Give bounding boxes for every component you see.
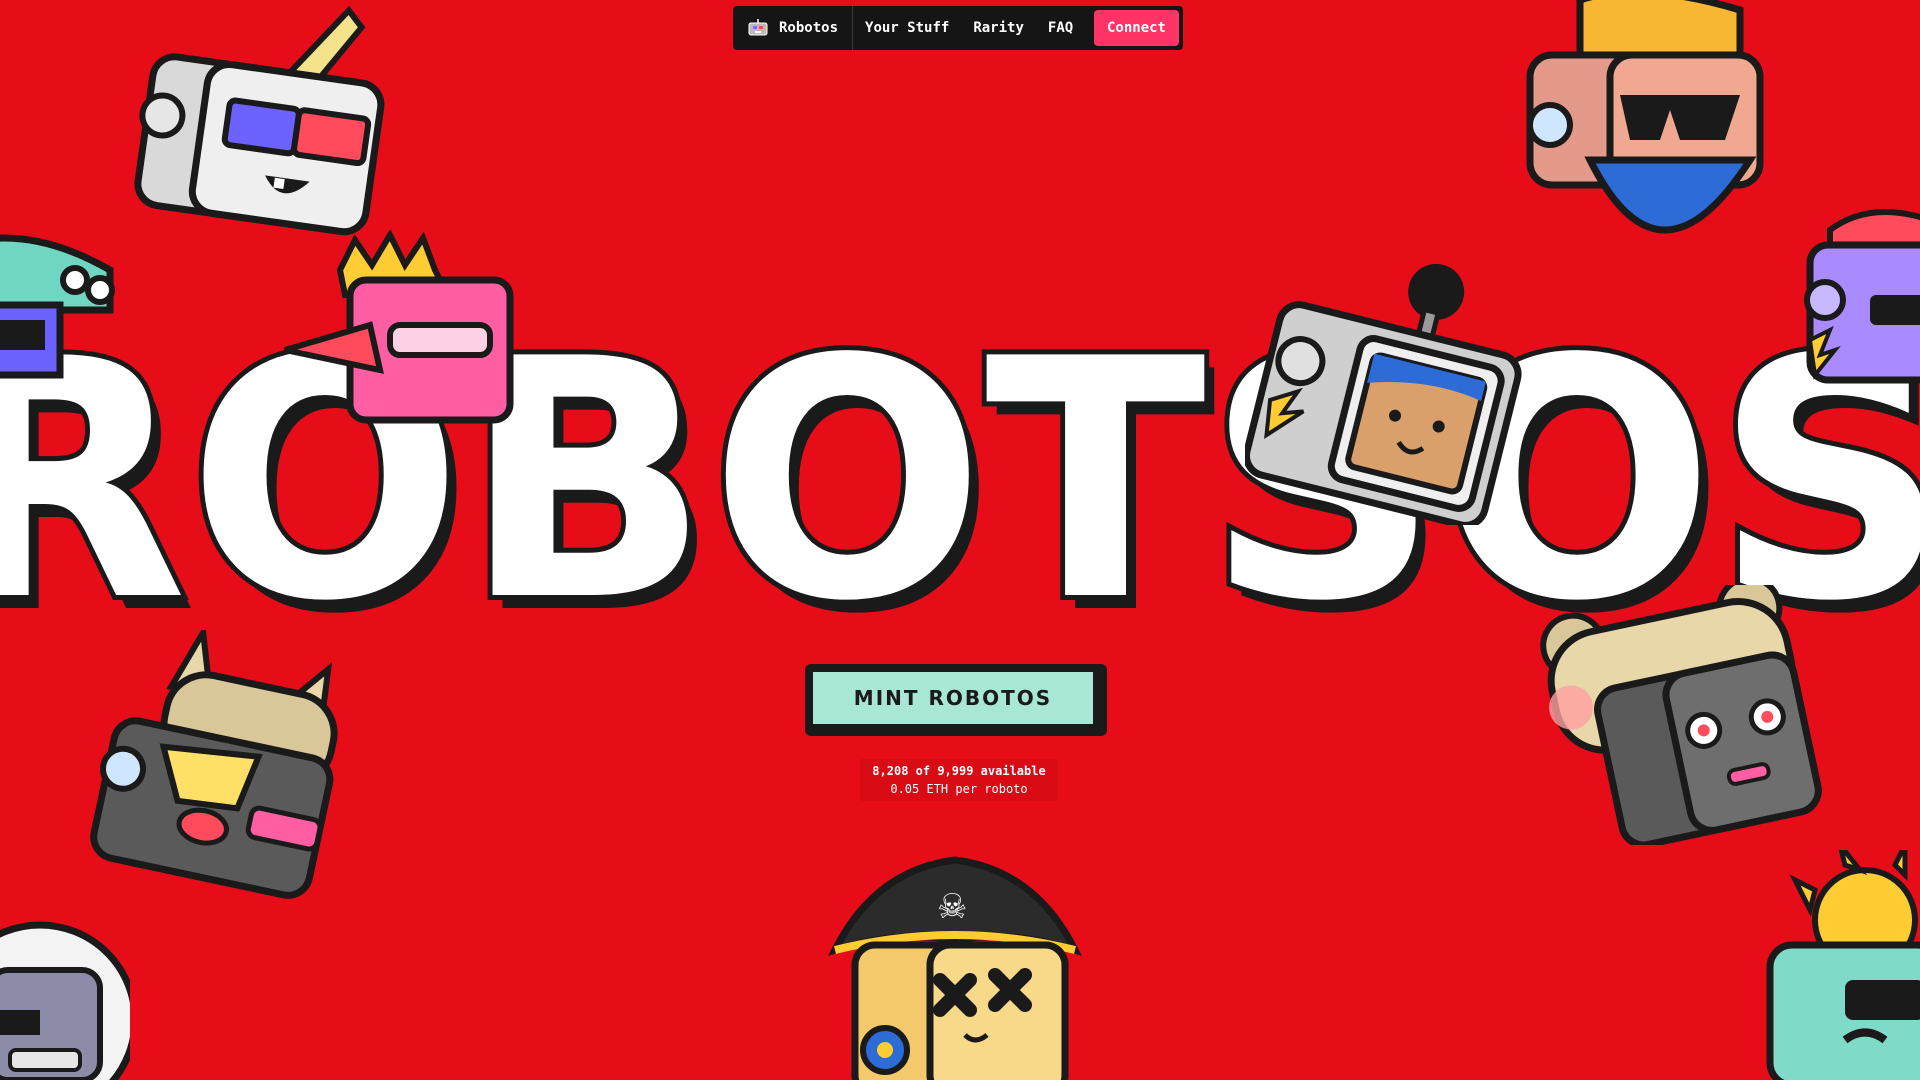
availability-text: 8,208 of 9,999 available: [872, 764, 1046, 778]
nav-brand-label: Robotos: [779, 20, 839, 36]
nav-brand[interactable]: Robotos: [737, 6, 854, 50]
nav-faq[interactable]: FAQ: [1036, 20, 1085, 36]
mint-info: 8,208 of 9,999 available 0.05 ETH per ro…: [860, 759, 1058, 801]
robot-logo-icon: [748, 19, 768, 36]
connect-button[interactable]: Connect: [1093, 10, 1179, 46]
nav-your-stuff[interactable]: Your Stuff: [853, 20, 961, 36]
bear-robot-illustration: [1540, 585, 1822, 845]
top-nav: Robotos Your Stuff Rarity FAQ Connect: [733, 6, 1183, 50]
tv-robot-illustration: [1245, 263, 1522, 525]
mint-robotos-button[interactable]: MINT ROBOTOS: [808, 667, 1098, 729]
purple-robot-illustration: [1804, 209, 1920, 384]
nav-rarity[interactable]: Rarity: [961, 20, 1036, 36]
cat-beard-robot-illustration: [1526, 0, 1764, 234]
svg-text:☠: ☠: [937, 887, 967, 927]
pirate-robot-illustration: ☠: [828, 856, 1082, 1080]
unicorn-robot-illustration: [134, 5, 385, 236]
price-text: 0.05 ETH per roboto: [890, 782, 1028, 796]
fox-robot-illustration: [90, 630, 338, 899]
sun-robot-illustration: [1766, 850, 1920, 1080]
crocodile-robot-illustration: [0, 234, 115, 379]
astronaut-robot-illustration: [0, 921, 130, 1080]
king-robot-illustration: [284, 230, 514, 424]
